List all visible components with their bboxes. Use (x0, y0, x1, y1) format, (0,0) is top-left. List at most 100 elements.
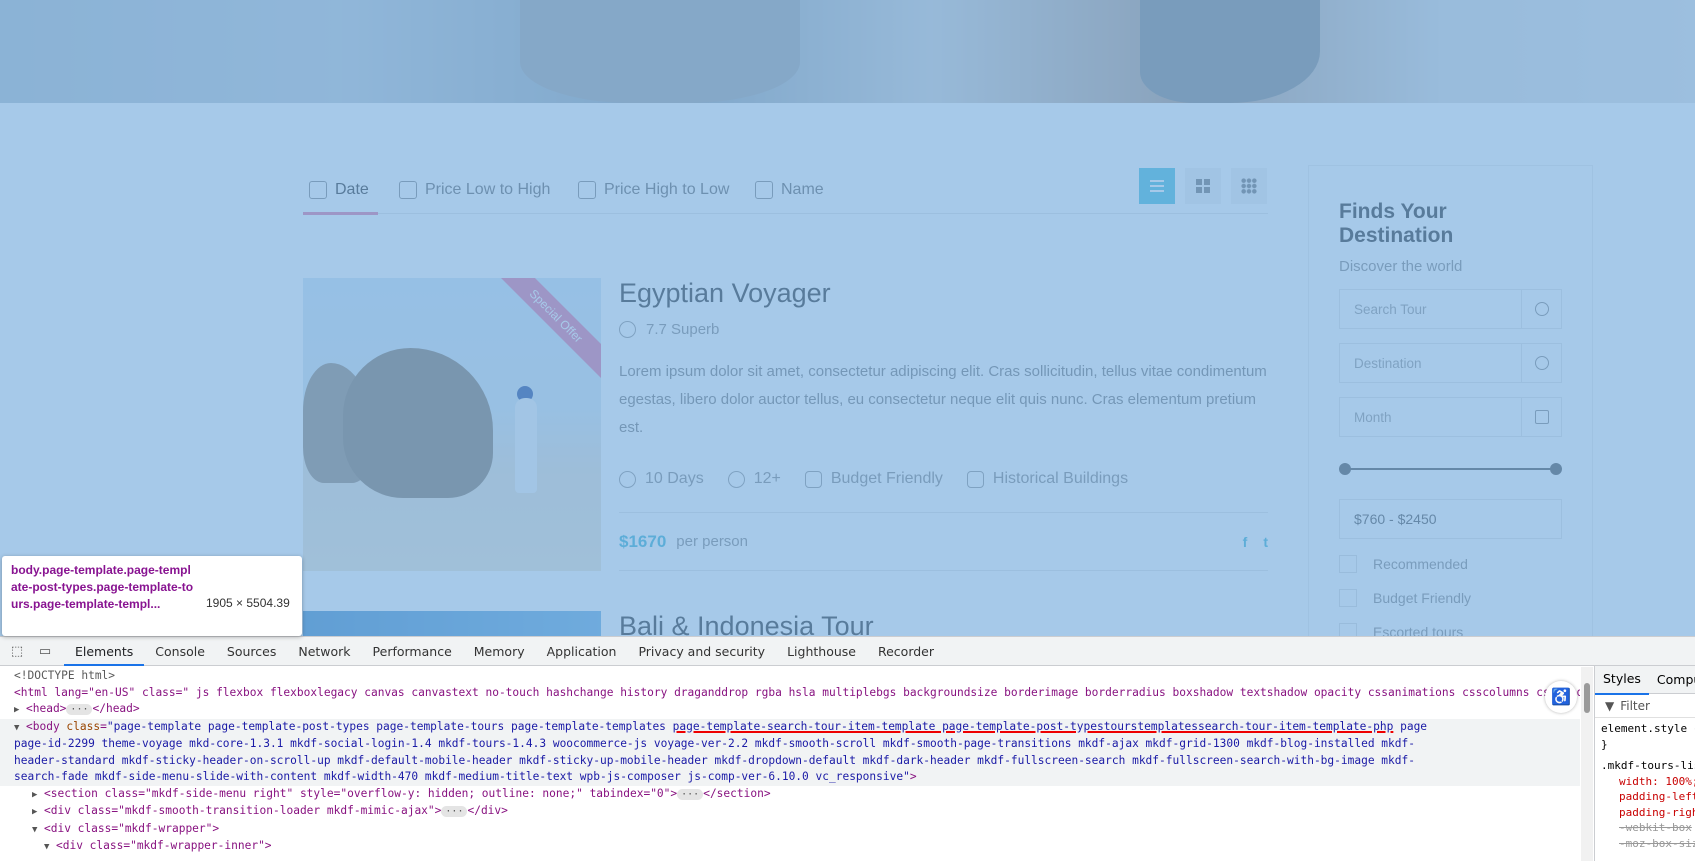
tour-item: Bali & Indonesia Tour (303, 611, 1268, 636)
clock-icon (619, 470, 636, 488)
tour-features: 10 Days 12+ Budget Friendly Historical B… (619, 470, 1268, 488)
expand-arrow-icon[interactable]: ▶ (14, 702, 22, 719)
twitter-icon[interactable]: t (1263, 534, 1268, 550)
slider-max-handle[interactable] (1550, 463, 1562, 475)
grid-compact-icon (1241, 178, 1257, 194)
tour-image[interactable] (303, 611, 601, 636)
tab-recorder[interactable]: Recorder (867, 637, 945, 666)
smile-icon (619, 321, 636, 338)
tab-elements[interactable]: Elements (64, 637, 145, 666)
grid-view-button[interactable] (1185, 168, 1221, 204)
loader-open-tag: <div class="mkdf-smooth-transition-loade… (44, 804, 442, 817)
checkbox[interactable] (1339, 623, 1357, 636)
tour-body: Egyptian Voyager 7.7 Superb Lorem ipsum … (619, 278, 1268, 571)
wrapper-inner-open-tag: <div class="mkdf-wrapper-inner"> (56, 839, 272, 852)
checkbox-label: Recommended (1373, 556, 1468, 572)
dom-loader-line[interactable]: ▶ <div class="mkdf-smooth-transition-load… (0, 803, 1580, 821)
facebook-icon[interactable]: f (1243, 534, 1248, 550)
element-style-rule[interactable]: element.style { } (1595, 718, 1695, 755)
tab-console[interactable]: Console (144, 637, 216, 666)
tab-privacy-security[interactable]: Privacy and security (627, 637, 776, 666)
inspect-dimensions: 1905 × 5504.39 (206, 596, 290, 610)
devtools-panel: ⬚ ▭ Elements Console Sources Network Per… (0, 636, 1695, 861)
dom-section-line[interactable]: ▶ <section class="mkdf-side-menu right" s… (0, 786, 1580, 804)
month-input[interactable]: Month (1339, 397, 1562, 437)
accessibility-icon[interactable]: ♿ (1545, 681, 1577, 713)
sort-price-high-low[interactable]: Price High to Low (578, 178, 729, 202)
expand-arrow-icon[interactable]: ▶ (32, 787, 40, 804)
search-tour-input[interactable]: Search Tour (1339, 289, 1562, 329)
list-view-button[interactable] (1139, 168, 1175, 204)
sort-up-icon (399, 181, 417, 199)
filter-recommended[interactable]: Recommended (1339, 555, 1562, 573)
checkbox[interactable] (1339, 555, 1357, 573)
dom-wrapper-line[interactable]: ▼ <div class="mkdf-wrapper"> (0, 821, 1580, 839)
css-prop: padding-left (1619, 790, 1695, 803)
tour-rating: 7.7 Superb (619, 321, 1268, 338)
price-row: $1670 per person f t (619, 512, 1268, 571)
collapsed-dots[interactable]: ··· (66, 704, 93, 715)
search-placeholder: Search Tour (1354, 301, 1427, 317)
inspect-element-icon[interactable]: ⬚ (6, 640, 28, 662)
dom-body-line[interactable]: ▼ <body class="page-template page-templat… (0, 718, 1580, 786)
camel-shape (343, 348, 493, 498)
tab-network[interactable]: Network (287, 637, 361, 666)
tab-sources[interactable]: Sources (216, 637, 287, 666)
slider-min-handle[interactable] (1339, 463, 1351, 475)
checkbox[interactable] (1339, 589, 1357, 607)
feature-label: 10 Days (645, 470, 704, 487)
calendar-icon (1521, 398, 1561, 436)
tour-title[interactable]: Egyptian Voyager (619, 278, 1268, 309)
collapse-arrow-icon[interactable]: ▼ (44, 839, 52, 856)
collapse-arrow-icon[interactable]: ▼ (32, 822, 40, 839)
filter-budget-friendly[interactable]: Budget Friendly (1339, 589, 1562, 607)
css-prop: width: 100%; (1619, 774, 1695, 788)
checkbox-label: Budget Friendly (1373, 590, 1472, 606)
head-open-tag: <head> (26, 702, 67, 715)
expand-arrow-icon[interactable]: ▶ (32, 804, 40, 821)
slider-track (1343, 468, 1558, 470)
hero-figure-2 (1140, 0, 1320, 103)
dom-scrollbar[interactable] (1581, 667, 1593, 861)
tab-memory[interactable]: Memory (463, 637, 536, 666)
body-class-underlined: page-template-search-tour-item-template … (672, 719, 1394, 733)
section-close-tag: </section> (703, 786, 771, 800)
tab-styles[interactable]: Styles (1595, 666, 1649, 695)
tour-title[interactable]: Bali & Indonesia Tour (619, 611, 1268, 636)
search-icon-shape (1534, 302, 1549, 316)
dom-doctype[interactable]: <!DOCTYPE html> (0, 668, 1580, 685)
tab-computed[interactable]: Computed (1649, 666, 1695, 694)
destination-input[interactable]: Destination (1339, 343, 1562, 383)
filter-escorted-tours[interactable]: Escorted tours (1339, 623, 1562, 636)
device-toolbar-icon[interactable]: ▭ (34, 640, 56, 662)
scrollbar-thumb[interactable] (1584, 683, 1590, 713)
sort-date[interactable]: Date (309, 178, 369, 202)
tour-image[interactable]: Special Offer (303, 278, 601, 571)
sort-price-low-high[interactable]: Price Low to High (399, 178, 550, 202)
body-class-a: page-template page-template-post-types p… (113, 719, 673, 733)
sort-name[interactable]: Name (755, 178, 824, 202)
tab-performance[interactable]: Performance (362, 637, 463, 666)
list-icon (1150, 180, 1164, 192)
price-range-slider[interactable] (1339, 459, 1562, 479)
search-icon[interactable] (1521, 290, 1561, 328)
tab-application[interactable]: Application (536, 637, 628, 666)
collapse-arrow-icon[interactable]: ▼ (14, 720, 22, 737)
grid-compact-view-button[interactable] (1231, 168, 1267, 204)
tab-lighthouse[interactable]: Lighthouse (776, 637, 867, 666)
styles-filter[interactable]: ▼ Filter (1595, 694, 1695, 718)
dom-tree: <!DOCTYPE html> <html lang="en-US" class… (0, 666, 1580, 861)
collapsed-dots[interactable]: ··· (677, 788, 704, 800)
css-rule[interactable]: .mkdf-tours-list-item .mkdf-tour width: … (1595, 755, 1695, 854)
wrapper-open-tag: <div class="mkdf-wrapper"> (44, 821, 220, 835)
feature-budget: Budget Friendly (804, 470, 943, 488)
price-range-display: $760 - $2450 (1339, 499, 1562, 539)
dom-head-line[interactable]: ▶ <head> ··· </head> (0, 701, 1580, 719)
dom-html-line[interactable]: <html lang="en-US" class=" js flexbox fl… (0, 685, 1580, 702)
feature-age: 12+ (727, 470, 781, 488)
collapsed-dots[interactable]: ··· (441, 806, 468, 817)
calendar-icon-shape (1534, 410, 1549, 424)
special-offer-badge: Special Offer (487, 278, 601, 385)
dom-wrapper-inner-line[interactable]: ▼ <div class="mkdf-wrapper-inner"> (0, 838, 1580, 856)
rule-selector: element.style { (1601, 722, 1695, 735)
